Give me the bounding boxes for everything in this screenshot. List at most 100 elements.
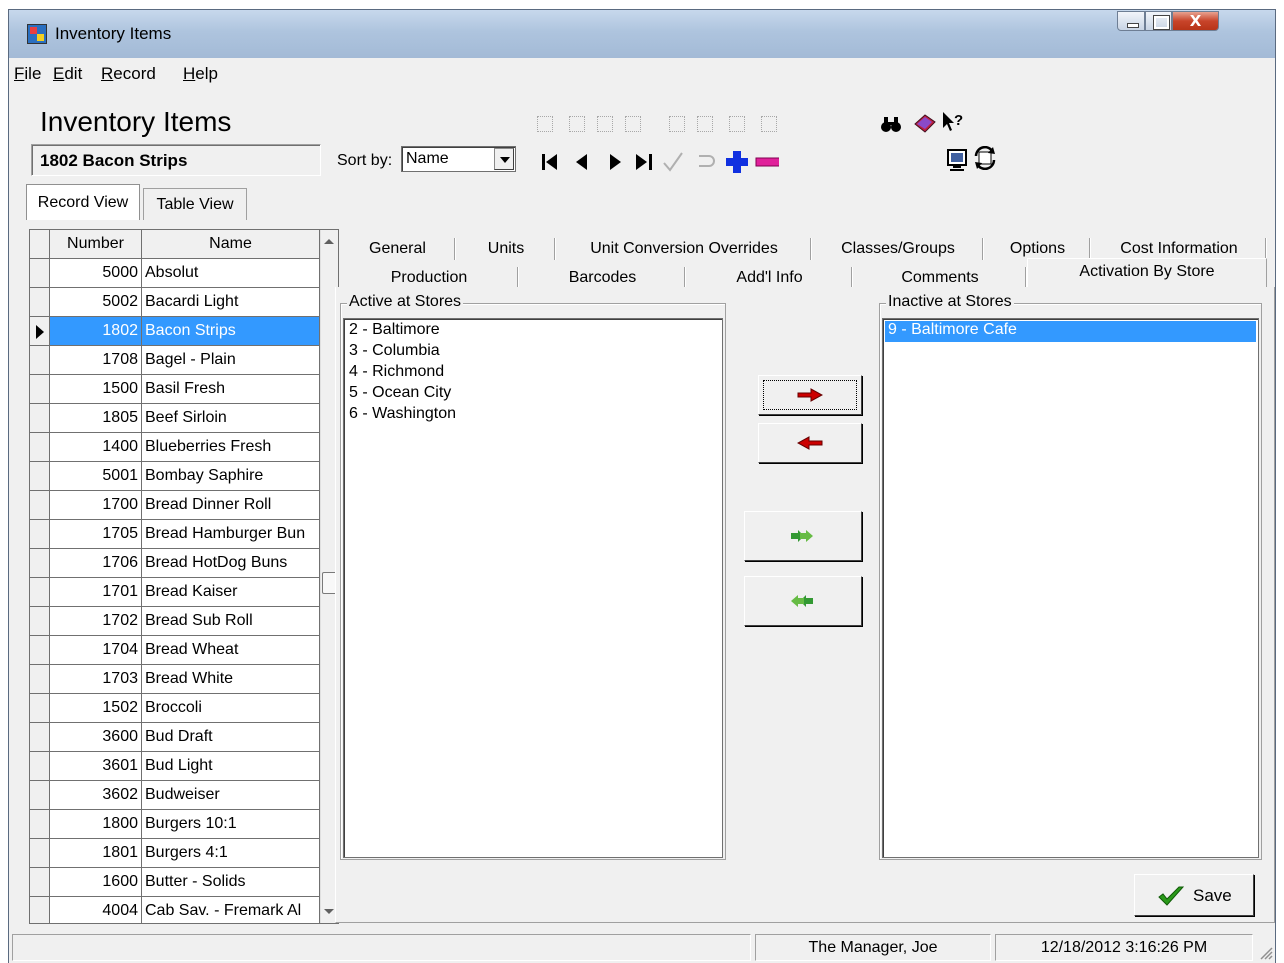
cell-number[interactable]: 1400 xyxy=(50,433,142,462)
remove-record-icon[interactable] xyxy=(755,150,779,174)
list-item[interactable]: 5 - Ocean City xyxy=(346,384,720,405)
cell-name[interactable]: Burgers 4:1 xyxy=(142,839,320,868)
tab-unit-conversion-overrides[interactable]: Unit Conversion Overrides xyxy=(556,234,812,263)
row-indicator[interactable] xyxy=(30,549,50,578)
cell-name[interactable]: Beef Sirloin xyxy=(142,404,320,433)
cell-number[interactable]: 3602 xyxy=(50,781,142,810)
cell-name[interactable]: Budweiser xyxy=(142,781,320,810)
save-button[interactable]: Save xyxy=(1134,874,1254,916)
cell-name[interactable]: Absolut xyxy=(142,259,320,288)
table-row[interactable]: 1502 Broccoli xyxy=(30,694,320,723)
table-row[interactable]: 1400 Blueberries Fresh xyxy=(30,433,320,462)
resize-grip-icon[interactable] xyxy=(1259,946,1273,960)
cell-name[interactable]: Cab Sav. - Fremark Al xyxy=(142,897,320,923)
table-row[interactable]: 3601 Bud Light xyxy=(30,752,320,781)
row-indicator[interactable] xyxy=(30,636,50,665)
row-indicator[interactable] xyxy=(30,491,50,520)
inactive-stores-list[interactable]: 9 - Baltimore Cafe xyxy=(882,318,1259,858)
move-to-inactive-button[interactable] xyxy=(758,375,862,415)
tab-general[interactable]: General xyxy=(339,234,456,263)
row-indicator[interactable] xyxy=(30,694,50,723)
menu-file[interactable]: File xyxy=(14,64,41,84)
row-indicator[interactable] xyxy=(30,897,50,923)
row-indicator[interactable] xyxy=(30,520,50,549)
tab-record-view[interactable]: Record View xyxy=(26,184,140,220)
cell-number[interactable]: 1600 xyxy=(50,868,142,897)
clear-icon[interactable] xyxy=(665,112,689,136)
tab-units[interactable]: Units xyxy=(456,234,556,263)
copy-record-icon[interactable] xyxy=(533,112,557,136)
table-row[interactable]: 1706 Bread HotDog Buns xyxy=(30,549,320,578)
table-row[interactable]: 1700 Bread Dinner Roll xyxy=(30,491,320,520)
table-row[interactable]: 5000 Absolut xyxy=(30,259,320,288)
cell-name[interactable]: Bread Dinner Roll xyxy=(142,491,320,520)
table-row[interactable]: 3600 Bud Draft xyxy=(30,723,320,752)
move-all-to-active-button[interactable] xyxy=(744,576,862,626)
column-header-number[interactable]: Number xyxy=(50,230,142,259)
cell-number[interactable]: 5000 xyxy=(50,259,142,288)
row-indicator[interactable] xyxy=(30,462,50,491)
row-indicator[interactable] xyxy=(30,433,50,462)
last-record-icon[interactable] xyxy=(631,150,655,174)
row-indicator[interactable] xyxy=(30,665,50,694)
minimize-button[interactable] xyxy=(1117,11,1145,31)
scroll-up-icon[interactable] xyxy=(324,239,334,244)
new-record-wizard-icon[interactable] xyxy=(565,112,589,136)
table-row[interactable]: 1500 Basil Fresh xyxy=(30,375,320,404)
cell-number[interactable]: 1708 xyxy=(50,346,142,375)
cell-number[interactable]: 1700 xyxy=(50,491,142,520)
cell-name[interactable]: Bread Sub Roll xyxy=(142,607,320,636)
cell-number[interactable]: 1702 xyxy=(50,607,142,636)
row-indicator[interactable] xyxy=(30,259,50,288)
cell-number[interactable]: 1703 xyxy=(50,665,142,694)
cell-name[interactable]: Bud Draft xyxy=(142,723,320,752)
delete-record-icon[interactable] xyxy=(621,112,645,136)
title-bar[interactable]: Inventory Items X xyxy=(9,10,1275,58)
cell-number[interactable]: 3600 xyxy=(50,723,142,752)
cell-name[interactable]: Bacon Strips xyxy=(142,317,320,346)
menu-edit[interactable]: Edit xyxy=(53,64,82,84)
table-row[interactable]: 1800 Burgers 10:1 xyxy=(30,810,320,839)
whats-this-help-icon[interactable]: ? xyxy=(941,110,965,134)
cell-name[interactable]: Bread Hamburger Bun xyxy=(142,520,320,549)
previous-record-icon[interactable] xyxy=(571,150,595,174)
app-icon[interactable] xyxy=(27,24,47,44)
cell-name[interactable]: Bread White xyxy=(142,665,320,694)
close-button[interactable]: X xyxy=(1172,11,1219,31)
cell-name[interactable]: Bread Kaiser xyxy=(142,578,320,607)
menu-record[interactable]: Record xyxy=(101,64,156,84)
cell-number[interactable]: 1701 xyxy=(50,578,142,607)
table-row[interactable]: 1802 Bacon Strips xyxy=(30,317,320,346)
move-to-active-button[interactable] xyxy=(758,423,862,463)
cell-name[interactable]: Butter - Solids xyxy=(142,868,320,897)
row-indicator[interactable] xyxy=(30,288,50,317)
row-indicator[interactable] xyxy=(30,404,50,433)
cell-number[interactable]: 1706 xyxy=(50,549,142,578)
cell-name[interactable]: Burgers 10:1 xyxy=(142,810,320,839)
sort-by-select[interactable]: Name xyxy=(401,146,516,172)
table-row[interactable]: 4004 Cab Sav. - Fremark Al xyxy=(30,897,320,923)
scroll-down-icon[interactable] xyxy=(324,909,334,914)
next-record-icon[interactable] xyxy=(603,150,627,174)
cell-name[interactable]: Bagel - Plain xyxy=(142,346,320,375)
cell-name[interactable]: Bread Wheat xyxy=(142,636,320,665)
cell-name[interactable]: Basil Fresh xyxy=(142,375,320,404)
list-item[interactable]: 9 - Baltimore Cafe xyxy=(885,321,1256,342)
table-row[interactable]: 1701 Bread Kaiser xyxy=(30,578,320,607)
row-indicator[interactable] xyxy=(30,578,50,607)
cell-number[interactable]: 3601 xyxy=(50,752,142,781)
cell-number[interactable]: 1500 xyxy=(50,375,142,404)
table-row[interactable]: 1600 Butter - Solids xyxy=(30,868,320,897)
table-row[interactable]: 5001 Bombay Saphire xyxy=(30,462,320,491)
table-row[interactable]: 1805 Beef Sirloin xyxy=(30,404,320,433)
table-row[interactable]: 5002 Bacardi Light xyxy=(30,288,320,317)
cell-number[interactable]: 1704 xyxy=(50,636,142,665)
row-indicator[interactable] xyxy=(30,607,50,636)
row-indicator[interactable] xyxy=(30,317,50,346)
row-indicator[interactable] xyxy=(30,868,50,897)
duplicate-record-icon[interactable] xyxy=(593,112,617,136)
row-indicator[interactable] xyxy=(30,781,50,810)
table-row[interactable]: 1705 Bread Hamburger Bun xyxy=(30,520,320,549)
row-indicator[interactable] xyxy=(30,375,50,404)
row-indicator[interactable] xyxy=(30,346,50,375)
